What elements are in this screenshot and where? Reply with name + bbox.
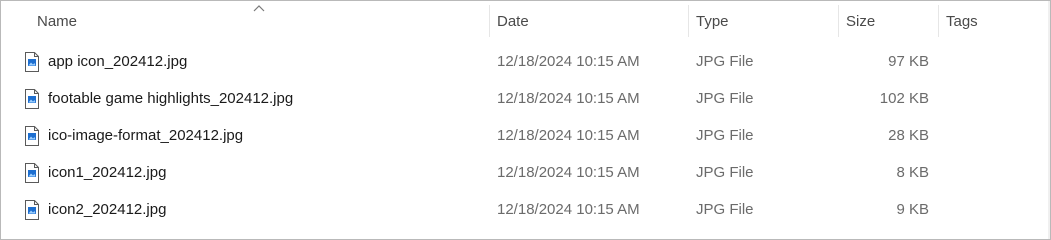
- file-list-view: Name Date Type Size Tags app icon_202412…: [0, 0, 1051, 240]
- file-date: 12/18/2024 10:15 AM: [497, 201, 640, 218]
- vertical-scrollbar-track[interactable]: [1048, 1, 1050, 239]
- file-type: JPG File: [696, 53, 754, 70]
- file-date: 12/18/2024 10:15 AM: [497, 90, 640, 107]
- column-header-type[interactable]: Type: [689, 1, 838, 43]
- file-name: ico-image-format_202412.jpg: [48, 127, 244, 144]
- jpg-file-icon: [25, 163, 39, 183]
- file-type: JPG File: [696, 90, 754, 107]
- column-header-date[interactable]: Date: [490, 1, 688, 43]
- file-size: 28 KB: [888, 127, 929, 144]
- file-date: 12/18/2024 10:15 AM: [497, 127, 640, 144]
- file-size: 102 KB: [879, 90, 929, 107]
- file-date: 12/18/2024 10:15 AM: [497, 164, 640, 181]
- file-row[interactable]: icon2_202412.jpg 12/18/2024 10:15 AM JPG…: [1, 192, 1050, 228]
- file-size: 97 KB: [888, 53, 929, 70]
- file-row[interactable]: app icon_202412.jpg 12/18/2024 10:15 AM …: [1, 44, 1050, 80]
- file-type: JPG File: [696, 164, 754, 181]
- jpg-file-icon: [25, 89, 39, 109]
- file-name: icon1_202412.jpg: [48, 164, 167, 181]
- file-name: footable game highlights_202412.jpg: [48, 90, 294, 107]
- column-header-name[interactable]: Name: [30, 1, 489, 43]
- jpg-file-icon: [25, 200, 39, 220]
- column-header-bar: Name Date Type Size Tags: [1, 1, 1050, 43]
- column-header-tags[interactable]: Tags: [939, 1, 1039, 43]
- file-name: icon2_202412.jpg: [48, 201, 167, 218]
- file-size: 9 KB: [896, 201, 929, 218]
- file-name: app icon_202412.jpg: [48, 53, 188, 70]
- file-type: JPG File: [696, 201, 754, 218]
- file-date: 12/18/2024 10:15 AM: [497, 53, 640, 70]
- column-header-size[interactable]: Size: [839, 1, 938, 43]
- jpg-file-icon: [25, 126, 39, 146]
- file-size: 8 KB: [896, 164, 929, 181]
- file-type: JPG File: [696, 127, 754, 144]
- file-row[interactable]: ico-image-format_202412.jpg 12/18/2024 1…: [1, 118, 1050, 154]
- file-row[interactable]: footable game highlights_202412.jpg 12/1…: [1, 81, 1050, 117]
- jpg-file-icon: [25, 52, 39, 72]
- file-row[interactable]: icon1_202412.jpg 12/18/2024 10:15 AM JPG…: [1, 155, 1050, 191]
